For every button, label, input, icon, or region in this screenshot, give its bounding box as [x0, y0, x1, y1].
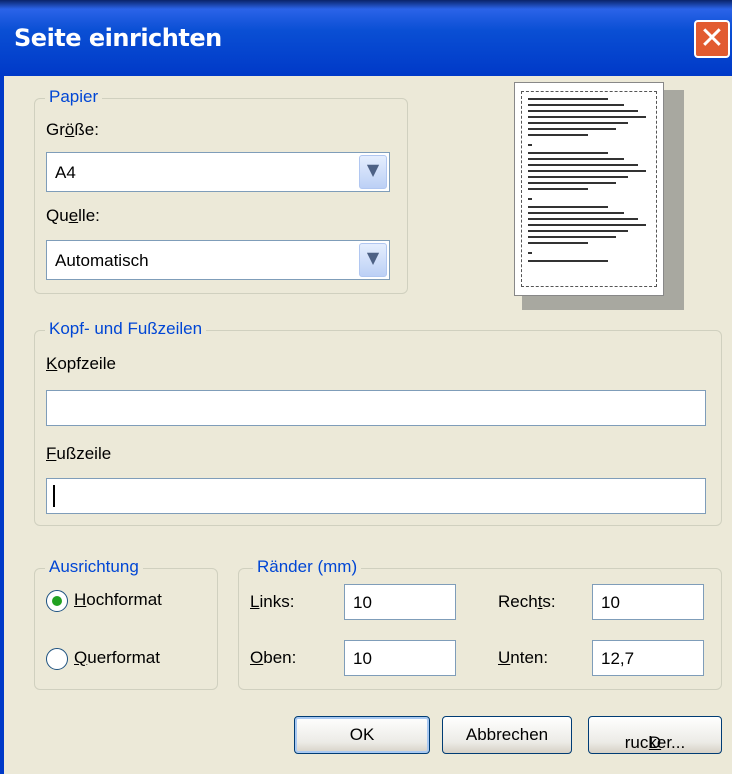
right-margin-label: Rechts:	[498, 592, 556, 611]
margins-legend: Ränder (mm)	[253, 557, 362, 577]
bottom-margin-label: Unten:	[498, 648, 549, 667]
orientation-group: Ausrichtung	[34, 557, 218, 690]
radio-selected-dot	[52, 596, 62, 606]
chevron-down-icon: ▼	[366, 248, 380, 267]
source-label: Quelle:	[46, 206, 100, 225]
top-margin-input[interactable]: 10	[344, 640, 456, 676]
size-select-value: A4	[55, 163, 76, 182]
footer-label: Fußzeile	[46, 444, 112, 463]
text-cursor	[53, 485, 55, 507]
title-bar: Seite einrichten ✕	[0, 0, 732, 76]
size-label: Größe:	[46, 120, 99, 139]
preview-margin-box	[521, 91, 657, 287]
paper-legend: Papier	[45, 87, 103, 107]
top-margin-label: Oben:	[250, 648, 297, 667]
left-margin-label: Links:	[250, 592, 295, 611]
source-select[interactable]: Automatisch ▼	[46, 240, 390, 280]
close-button[interactable]: ✕	[694, 20, 730, 58]
page-preview	[514, 82, 664, 296]
size-select[interactable]: A4 ▼	[46, 152, 390, 192]
cancel-button[interactable]: Abbrechen	[442, 716, 572, 754]
size-dropdown-button[interactable]: ▼	[359, 155, 387, 189]
page-setup-dialog: Seite einrichten ✕ Papier Größe: A4 ▼ Qu…	[0, 0, 732, 774]
footer-input[interactable]	[46, 478, 706, 514]
portrait-radio[interactable]	[46, 590, 68, 612]
orientation-legend: Ausrichtung	[45, 557, 143, 577]
printer-button[interactable]: Drucker...	[588, 716, 722, 754]
source-dropdown-button[interactable]: ▼	[359, 243, 387, 277]
window-title: Seite einrichten	[14, 24, 222, 52]
source-select-value: Automatisch	[55, 251, 149, 270]
header-footer-legend: Kopf- und Fußzeilen	[45, 319, 207, 339]
right-margin-input[interactable]: 10	[592, 584, 704, 620]
header-label: Kopfzeile	[46, 354, 116, 373]
header-input[interactable]	[46, 390, 706, 426]
close-icon: ✕	[699, 21, 725, 56]
left-margin-input[interactable]: 10	[344, 584, 456, 620]
chevron-down-icon: ▼	[366, 160, 380, 179]
portrait-label[interactable]: Hochformat	[74, 590, 162, 610]
landscape-label[interactable]: Querformat	[74, 648, 160, 668]
landscape-radio[interactable]	[46, 648, 68, 670]
ok-button[interactable]: OK	[294, 716, 430, 754]
window-border	[0, 76, 4, 774]
bottom-margin-input[interactable]: 12,7	[592, 640, 704, 676]
